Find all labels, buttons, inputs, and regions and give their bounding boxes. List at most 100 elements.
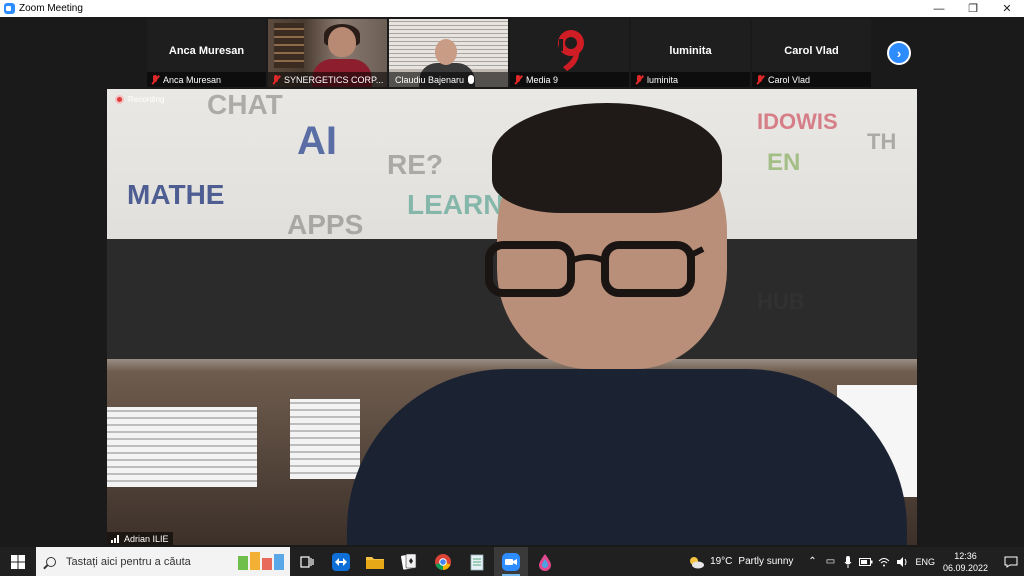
restore-button[interactable]: ❐ [956,0,990,17]
participant-label: luminita [647,74,679,85]
speaker-shirt [347,369,907,545]
participant-footer: Media 9 [510,72,629,87]
mic-muted-icon [271,74,281,85]
wifi-icon[interactable] [875,547,893,576]
search-placeholder: Tastați aici pentru a căuta [66,555,191,568]
speaking-mic-icon [468,75,475,84]
participant-label: Anca Muresan [163,74,222,85]
task-view-icon [300,555,314,568]
participant-label: Claudiu Bajenaru [395,74,465,85]
participant-label: Carol Vlad [768,74,811,85]
search-highlight-art [238,552,284,570]
participant-face [435,39,457,65]
speaker-namebar: Adrian ILIE [107,532,173,545]
start-button[interactable] [0,547,36,576]
participant-strip: Anca Muresan Anca Muresan SYNERGETICS CO… [147,19,871,89]
battery-icon[interactable] [857,547,875,576]
window-blinds [290,399,360,479]
zoom-taskbar-button[interactable] [494,547,528,576]
volume-icon[interactable] [893,547,911,576]
wall-graffiti: LEARN [407,189,504,220]
meet-now-icon[interactable]: ▭ [821,547,839,576]
chrome-icon [435,553,451,570]
wall-graffiti: RE? [387,149,443,180]
zoom-app-icon [4,3,15,14]
participant-footer: luminita [631,72,750,87]
input-language[interactable]: ENG [915,557,935,567]
mic-muted-icon [513,74,523,85]
participant-footer: Claudiu Bajenaru [389,72,508,87]
clock[interactable]: 12:36 06.09.2022 [943,550,988,574]
weather-description: Partly sunny [738,556,794,567]
wall-graffiti: IDOWIS [757,109,838,134]
participant-display-name: Carol Vlad [784,45,839,57]
participant-tile[interactable]: Claudiu Bajenaru [389,19,508,87]
weather-temperature: 19°C [710,556,733,567]
minimize-button[interactable]: — [922,0,956,17]
mic-muted-icon [150,74,160,85]
notifications-button[interactable] [998,547,1024,576]
speaker-hair [492,103,722,213]
wall-graffiti: CHAT [207,89,283,120]
close-button[interactable]: ✕ [990,0,1024,17]
notification-icon [1004,556,1018,568]
wall-graffiti: MATHE [127,179,225,210]
wall-graffiti: HUB [757,289,805,314]
connection-signal-icon [111,534,121,543]
participant-tile[interactable]: SYNERGETICS CORP... [268,19,387,87]
participant-tile[interactable]: Media 9 [510,19,629,87]
title-bar: Zoom Meeting — ❐ ✕ [0,0,1024,17]
chevron-up-icon[interactable]: ⌃ [803,547,821,576]
participant-display-name: luminita [669,45,712,57]
next-page-button[interactable]: › [887,41,911,65]
task-view-button[interactable] [290,547,324,576]
participant-footer: Carol Vlad [752,72,871,87]
participant-footer: SYNERGETICS CORP... [268,72,387,87]
folder-icon [366,556,384,569]
participant-label: Media 9 [526,74,559,85]
recording-indicator[interactable]: Recording [115,95,164,104]
paint-drop-icon [539,553,551,571]
teamviewer-taskbar-button[interactable] [324,547,358,576]
participant-tile[interactable]: luminita luminita [631,19,750,87]
teamviewer-icon [332,552,350,571]
zoom-icon [502,552,520,571]
recording-dot-icon [115,95,124,104]
participant-tile[interactable]: Anca Muresan Anca Muresan [147,19,266,87]
participant-label: SYNERGETICS CORP... [284,74,384,85]
solitaire-taskbar-button[interactable] [392,547,426,576]
media9-logo [558,30,584,71]
participant-display-name: Anca Muresan [168,45,245,57]
chrome-taskbar-button[interactable] [426,547,460,576]
clock-date: 06.09.2022 [942,562,988,573]
file-explorer-taskbar-button[interactable] [358,547,392,576]
recording-label: Recording [128,95,165,104]
search-icon [46,556,56,567]
window-title: Zoom Meeting [19,3,83,14]
wall-graffiti: AI [297,119,337,163]
notepad-icon [470,554,484,570]
windows-logo-icon [11,554,25,569]
active-speaker-video[interactable]: CHAT AI MATHE RE? APPS LEARN IDOWIS EN H… [107,89,917,545]
microphone-icon[interactable] [839,547,857,576]
mic-muted-icon [634,74,644,85]
wall-graffiti: EN [767,149,801,176]
clock-time: 12:36 [954,550,977,561]
cards-icon [401,553,417,570]
weather-widget[interactable]: 19°C Partly sunny [687,555,793,569]
paint-taskbar-button[interactable] [528,547,562,576]
bookshelf-background [274,23,304,68]
partly-sunny-icon [690,556,705,568]
notepad-taskbar-button[interactable] [460,547,494,576]
participant-face [328,27,356,57]
chevron-right-icon: › [896,45,902,61]
participant-footer: Anca Muresan [147,72,266,87]
system-tray: 19°C Partly sunny ⌃ ▭ ENG 12:36 06.09.20… [687,547,1024,576]
meeting-area: Anca Muresan Anca Muresan SYNERGETICS CO… [0,17,1024,547]
speaker-name: Adrian ILIE [124,533,169,544]
windows-taskbar: Tastați aici pentru a căuta 19°C Partly … [0,547,1024,576]
participant-tile[interactable]: Carol Vlad Carol Vlad [752,19,871,87]
speaker-glasses [485,241,705,297]
taskbar-search-box[interactable]: Tastați aici pentru a căuta [36,547,290,576]
wall-graffiti: APPS [287,209,364,240]
